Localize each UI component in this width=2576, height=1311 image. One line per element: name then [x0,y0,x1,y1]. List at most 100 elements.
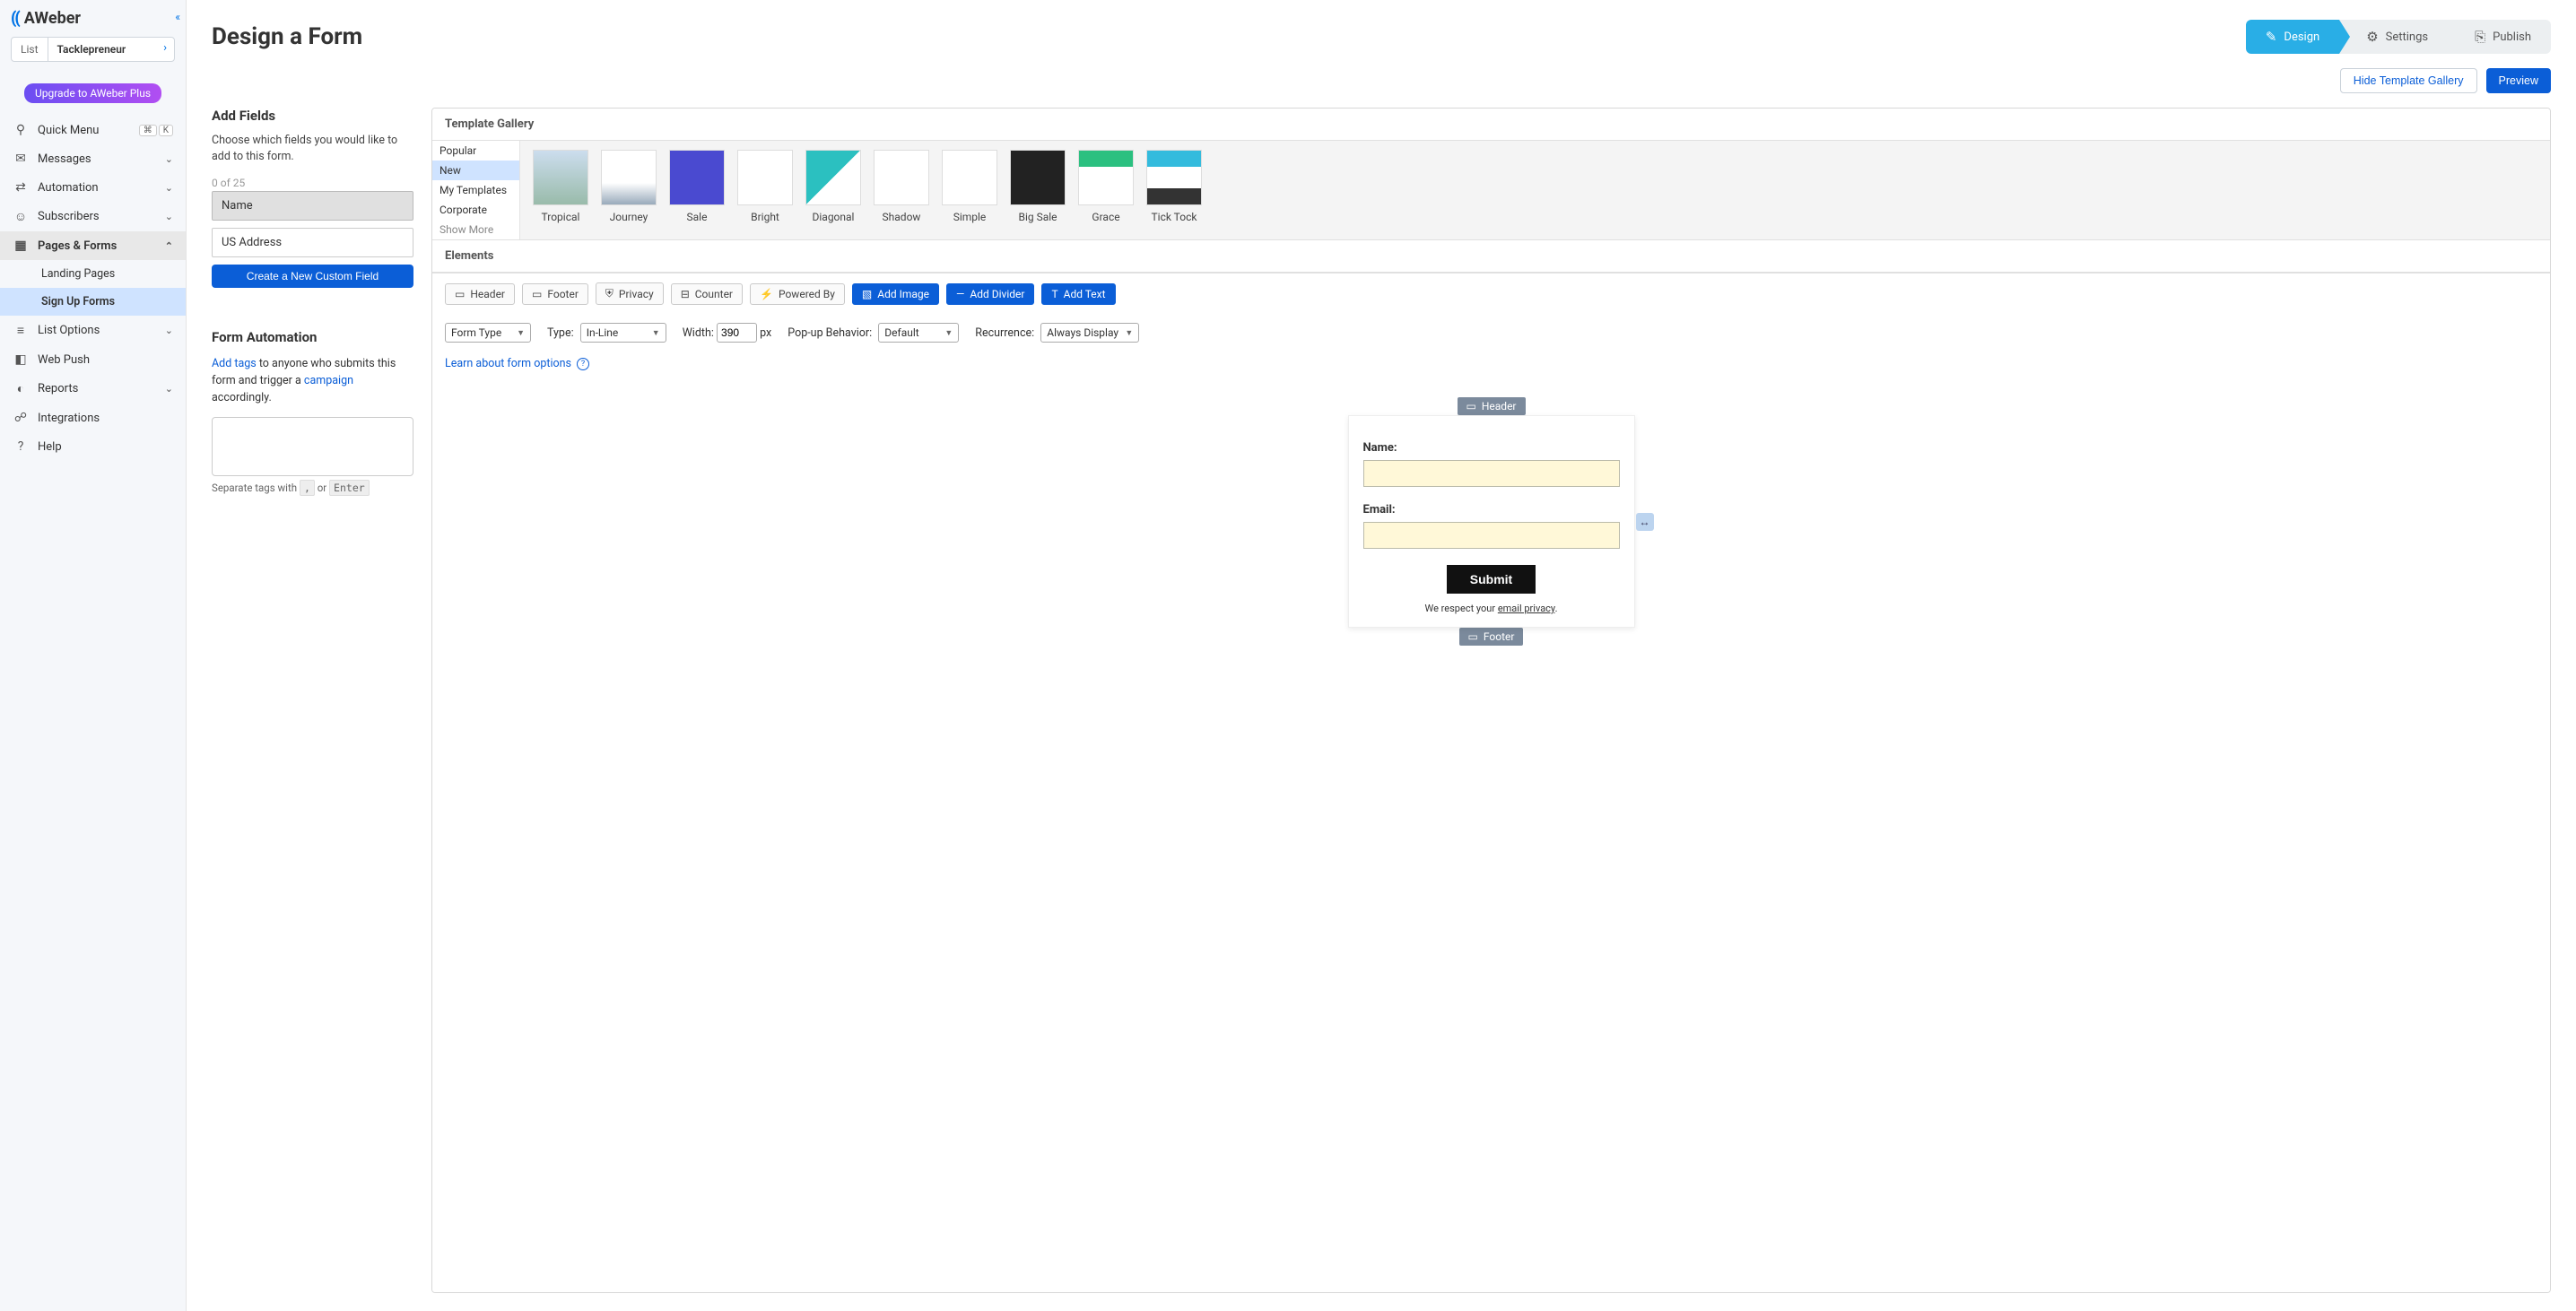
gallery-cat-my-templates[interactable]: My Templates [432,180,519,200]
nav-landing-pages[interactable]: Landing Pages [0,260,186,288]
nav-messages[interactable]: ✉ Messages ⌄ [0,144,186,173]
divider-icon: — [956,288,964,300]
campaign-link[interactable]: campaign [304,374,353,387]
create-custom-field-button[interactable]: Create a New Custom Field [212,265,413,288]
thumb-label: Grace [1092,211,1119,223]
field-name[interactable]: Name [212,191,413,221]
image-icon: ▧ [862,288,872,300]
logo-text: AWeber [24,9,81,28]
nav-automation[interactable]: ⇄ Automation ⌄ [0,173,186,202]
gallery-cat-popular[interactable]: Popular [432,141,519,161]
logo[interactable]: ( ( AWeber [11,9,175,28]
chip-header[interactable]: ▭Header [445,283,515,305]
nav-subscribers[interactable]: ☺ Subscribers ⌄ [0,202,186,231]
thumb-tropical[interactable]: Tropical [533,150,588,230]
chip-label: Add Divider [970,288,1024,300]
chip-footer[interactable]: ▭Footer [522,283,588,305]
key-enter: Enter [329,480,370,496]
thumb-grace[interactable]: Grace [1078,150,1134,230]
form-preview[interactable]: Name: Email: Submit We respect your emai… [1348,415,1635,628]
thumb-shadow[interactable]: Shadow [874,150,929,230]
add-tags-link[interactable]: Add tags [212,357,257,370]
select-value: Default [884,326,918,339]
learn-form-options-link[interactable]: Learn about form options ? [432,352,2550,376]
collapse-sidebar-button[interactable]: « [175,11,180,23]
gallery-cat-new[interactable]: New [432,161,519,180]
gallery-cat-show-more[interactable]: Show More [432,220,519,239]
chevron-down-icon: ⌄ [165,383,173,395]
nav-integrations[interactable]: ☍ Integrations [0,404,186,432]
chevron-down-icon: ▼ [1125,328,1133,338]
thumb-journey[interactable]: Journey [601,150,657,230]
nav-label: Sign Up Forms [41,295,115,308]
thumb-diagonal[interactable]: Diagonal [805,150,861,230]
chip-label: Counter [695,288,733,300]
step-publish[interactable]: ⎘ Publish [2448,20,2551,54]
form-type-select[interactable]: Form Type▼ [445,323,531,343]
step-settings[interactable]: ⚙ Settings [2339,20,2448,54]
header-tag-badge[interactable]: ▭ Header [1458,397,1526,415]
step-design[interactable]: ✎ Design [2246,20,2339,54]
thumb-label: Simple [953,211,987,223]
nav-label: Pages & Forms [38,239,117,253]
nav-web-push[interactable]: ◧ Web Push [0,345,186,374]
content: Add Fields Choose which fields you would… [187,108,2576,1311]
step-label: Settings [2386,30,2428,44]
add-image-button[interactable]: ▧Add Image [852,283,939,305]
gallery-cat-corporate[interactable]: Corporate [432,200,519,220]
tags-hint: Separate tags with , or Enter [212,482,413,494]
popup-behavior-select[interactable]: Default▼ [878,323,959,343]
upgrade-button[interactable]: Upgrade to AWeber Plus [24,83,161,103]
nav-label: Quick Menu [38,124,99,137]
nav-label: Help [38,440,62,454]
chip-privacy[interactable]: ⛨Privacy [596,282,664,305]
badge-label: Header [1482,400,1517,412]
sidebar: « ( ( AWeber List Tacklepreneur › Upgrad… [0,0,187,1311]
nav-pages-forms[interactable]: ▦ Pages & Forms ⌃ [0,231,186,260]
email-privacy-link[interactable]: email privacy [1498,603,1555,614]
header-icon: ▭ [1466,400,1476,412]
add-divider-button[interactable]: — Add Divider [946,283,1034,305]
type-select[interactable]: In-Line ▼ [580,323,666,343]
badge-label: Footer [1484,630,1515,643]
thumb-simple[interactable]: Simple [942,150,997,230]
chip-label: Powered By [779,288,835,300]
step-label: Design [2284,30,2319,44]
chip-powered-by[interactable]: ⚡Powered By [750,283,845,305]
chevron-down-icon: ▼ [652,328,660,338]
thumb-bright[interactable]: Bright [737,150,793,230]
nav-reports[interactable]: ◐ Reports ⌄ [0,374,186,404]
email-input[interactable] [1363,522,1620,549]
thumb-tick-tock[interactable]: Tick Tock [1146,150,1202,230]
field-counter: 0 of 25 [212,177,413,189]
field-us-address[interactable]: US Address [212,228,413,257]
thumb-sale[interactable]: Sale [669,150,725,230]
name-input[interactable] [1363,460,1620,487]
resize-handle[interactable]: ↔ [1636,513,1654,531]
width-input[interactable] [717,323,757,343]
nav-help[interactable]: ? Help [0,432,186,461]
list-label: List [12,38,48,61]
submit-button[interactable]: Submit [1447,565,1536,594]
nav-list-options[interactable]: ≡ List Options ⌄ [0,316,186,345]
preview-button[interactable]: Preview [2486,68,2551,93]
header-icon: ▭ [455,288,465,300]
tags-input[interactable] [212,417,413,476]
webpush-icon: ◧ [13,352,29,367]
select-value: In-Line [587,326,619,339]
nav-quick-menu[interactable]: ⚲ Quick Menu ⌘ K [0,116,186,144]
list-selector[interactable]: List Tacklepreneur › [11,37,175,62]
publish-icon: ⎘ [2475,29,2485,45]
nav-label: Reports [38,382,78,395]
thumb-label: Sale [687,211,708,223]
chip-counter[interactable]: ⊟Counter [671,283,743,305]
thumb-big-sale[interactable]: Big Sale [1010,150,1066,230]
nav-sign-up-forms[interactable]: Sign Up Forms [0,288,186,316]
footer-icon: ▭ [1468,630,1478,643]
hide-gallery-button[interactable]: Hide Template Gallery [2340,68,2477,93]
elements-row: ▭Header ▭Footer ⛨Privacy ⊟Counter ⚡Power… [432,273,2550,314]
recurrence-select[interactable]: Always Display▼ [1040,323,1139,343]
add-text-button[interactable]: TAdd Text [1041,283,1115,305]
list-value: Tacklepreneur [48,38,157,61]
footer-tag-badge[interactable]: ▭ Footer [1459,628,1524,646]
